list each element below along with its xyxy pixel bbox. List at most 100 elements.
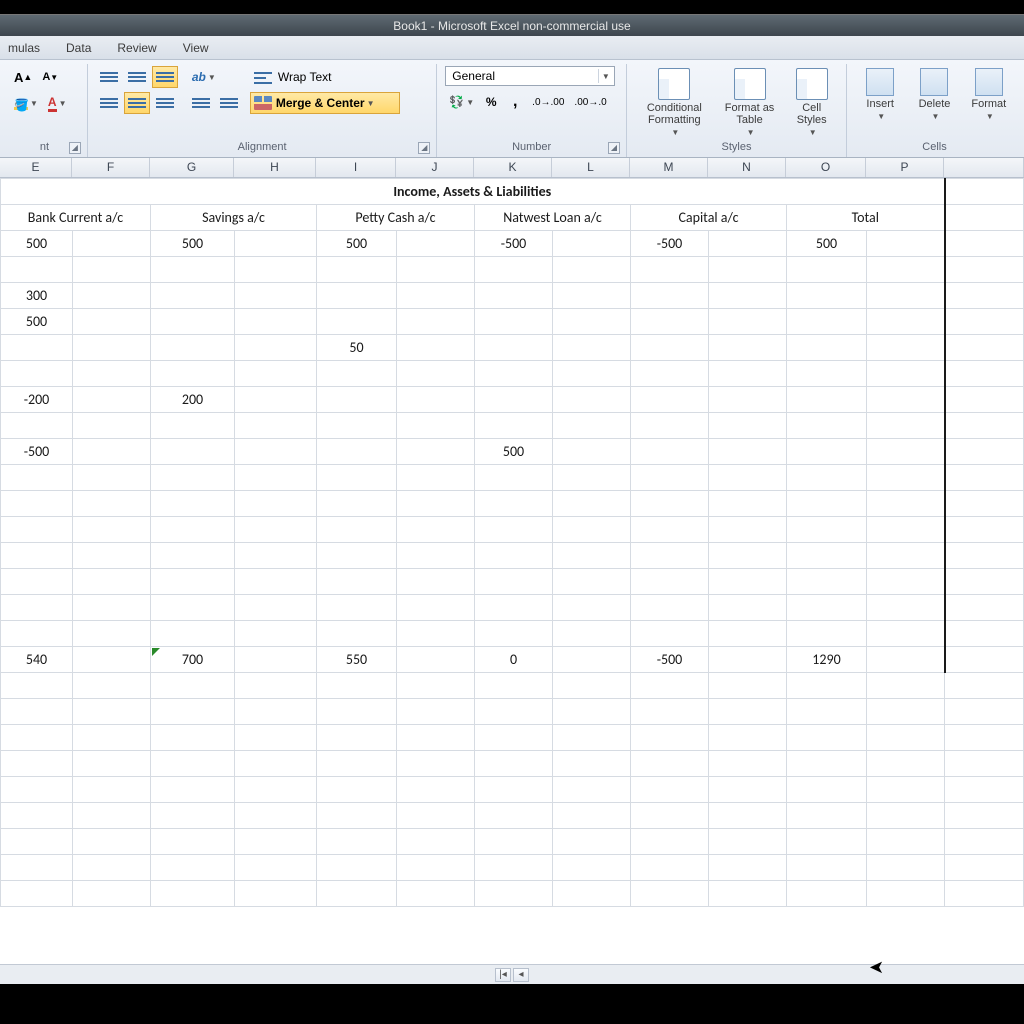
cell[interactable]: 500 bbox=[475, 439, 553, 465]
tab-formulas[interactable]: mulas bbox=[8, 41, 40, 55]
col-header-L[interactable]: L bbox=[552, 158, 630, 177]
comma-style-button[interactable]: , bbox=[504, 90, 526, 114]
cell[interactable] bbox=[553, 231, 631, 257]
cell-total-capital[interactable]: -500 bbox=[631, 647, 709, 673]
scroll-first-button[interactable]: |◂ bbox=[495, 968, 511, 982]
comma-icon: , bbox=[513, 93, 517, 111]
decrease-indent-icon bbox=[192, 96, 210, 110]
cell-styles-button[interactable]: Cell Styles▼ bbox=[785, 66, 838, 139]
col-header-M[interactable]: M bbox=[630, 158, 708, 177]
cell[interactable]: 500 bbox=[1, 231, 73, 257]
cell-styles-icon bbox=[796, 68, 828, 100]
delete-icon bbox=[920, 68, 948, 96]
window-black-border-bottom bbox=[0, 984, 1024, 1024]
cell-total-bank[interactable]: 540 bbox=[1, 647, 73, 673]
increase-font-button[interactable]: A▲ bbox=[10, 66, 36, 88]
cell[interactable]: -500 bbox=[475, 231, 553, 257]
font-color-button[interactable]: A▼ bbox=[44, 92, 71, 115]
decrease-indent-button[interactable] bbox=[188, 92, 214, 114]
col-header-F[interactable]: F bbox=[72, 158, 150, 177]
col-header-P[interactable]: P bbox=[866, 158, 944, 177]
col-header-K[interactable]: K bbox=[474, 158, 552, 177]
number-launcher-icon[interactable]: ◢ bbox=[608, 142, 620, 154]
cell[interactable]: 500 bbox=[151, 231, 235, 257]
insert-cells-button[interactable]: Insert▼ bbox=[855, 66, 905, 123]
align-center-button[interactable] bbox=[124, 92, 150, 114]
decrease-decimal-icon: .00→.0 bbox=[574, 97, 606, 108]
cell-total-natwest[interactable]: 0 bbox=[475, 647, 553, 673]
conditional-formatting-label: Conditional Formatting bbox=[637, 102, 712, 126]
accounting-format-button[interactable]: 💱▼ bbox=[445, 90, 478, 114]
alignment-group-label: Alignment bbox=[238, 141, 287, 153]
window-black-border-top bbox=[0, 0, 1024, 14]
fill-color-button[interactable]: 🪣▼ bbox=[10, 92, 42, 115]
increase-indent-button[interactable] bbox=[216, 92, 242, 114]
number-format-select[interactable]: General ▼ bbox=[445, 66, 615, 86]
cell[interactable]: 500 bbox=[787, 231, 867, 257]
number-group-label: Number bbox=[512, 141, 551, 153]
cell[interactable] bbox=[235, 231, 317, 257]
col-header-O[interactable]: O bbox=[786, 158, 866, 177]
merge-center-icon bbox=[254, 96, 272, 110]
spreadsheet[interactable]: Income, Assets & Liabilities Bank Curren… bbox=[0, 178, 1024, 907]
conditional-formatting-button[interactable]: Conditional Formatting▼ bbox=[635, 66, 714, 139]
decrease-decimal-button[interactable]: .00→.0 bbox=[570, 90, 610, 114]
align-right-button[interactable] bbox=[152, 92, 178, 114]
cell[interactable]: 300 bbox=[1, 283, 73, 309]
hdr-natwest[interactable]: Natwest Loan a/c bbox=[475, 205, 631, 231]
cell[interactable]: 50 bbox=[317, 335, 397, 361]
scroll-prev-button[interactable]: ◂ bbox=[513, 968, 529, 982]
tab-review[interactable]: Review bbox=[117, 41, 156, 55]
hdr-petty[interactable]: Petty Cash a/c bbox=[317, 205, 475, 231]
currency-icon: 💱 bbox=[449, 95, 464, 109]
format-label: Format bbox=[971, 98, 1006, 110]
format-as-table-button[interactable]: Format as Table▼ bbox=[718, 66, 782, 139]
cell[interactable] bbox=[73, 231, 151, 257]
wrap-text-button[interactable]: Wrap Text bbox=[250, 66, 400, 88]
tab-data[interactable]: Data bbox=[66, 41, 91, 55]
cell[interactable]: 500 bbox=[1, 309, 73, 335]
percent-button[interactable]: % bbox=[480, 90, 502, 114]
format-cells-button[interactable]: Format▼ bbox=[964, 66, 1014, 123]
merge-center-button[interactable]: Merge & Center▼ bbox=[250, 92, 400, 114]
cell[interactable]: 500 bbox=[317, 231, 397, 257]
hdr-total[interactable]: Total bbox=[787, 205, 945, 231]
col-header-N[interactable]: N bbox=[708, 158, 786, 177]
cell-total-total[interactable]: 1290 bbox=[787, 647, 867, 673]
delete-cells-button[interactable]: Delete▼ bbox=[909, 66, 959, 123]
cell[interactable]: -500 bbox=[631, 231, 709, 257]
increase-decimal-button[interactable]: .0→.00 bbox=[528, 90, 568, 114]
orientation-button[interactable]: ab▼ bbox=[188, 66, 220, 88]
align-top-button[interactable] bbox=[96, 66, 122, 88]
wrap-text-label: Wrap Text bbox=[278, 70, 332, 84]
align-middle-button[interactable] bbox=[124, 66, 150, 88]
cell[interactable]: -500 bbox=[1, 439, 73, 465]
section-title: Income, Assets & Liabilities bbox=[393, 183, 551, 200]
font-group-launcher-icon[interactable]: ◢ bbox=[69, 142, 81, 154]
mouse-cursor-icon: ➤ bbox=[869, 957, 884, 978]
col-header-J[interactable]: J bbox=[396, 158, 474, 177]
cell[interactable]: 200 bbox=[151, 387, 235, 413]
hdr-bank[interactable]: Bank Current a/c bbox=[1, 205, 151, 231]
col-header-E[interactable]: E bbox=[0, 158, 72, 177]
alignment-launcher-icon[interactable]: ◢ bbox=[418, 142, 430, 154]
cell[interactable] bbox=[397, 231, 475, 257]
hdr-capital[interactable]: Capital a/c bbox=[631, 205, 787, 231]
increase-decimal-icon: .0→.00 bbox=[532, 97, 564, 108]
tab-view[interactable]: View bbox=[183, 41, 209, 55]
align-left-button[interactable] bbox=[96, 92, 122, 114]
cell-total-savings[interactable]: 700 bbox=[151, 647, 235, 673]
col-header-I[interactable]: I bbox=[316, 158, 396, 177]
align-bottom-button[interactable] bbox=[152, 66, 178, 88]
cell[interactable] bbox=[867, 231, 945, 257]
align-right-icon bbox=[156, 96, 174, 110]
col-header-H[interactable]: H bbox=[234, 158, 316, 177]
format-as-table-label: Format as Table bbox=[720, 102, 780, 126]
cell-total-petty[interactable]: 550 bbox=[317, 647, 397, 673]
cell[interactable]: -200 bbox=[1, 387, 73, 413]
decrease-font-button[interactable]: A▼ bbox=[38, 66, 62, 88]
grid[interactable]: Income, Assets & Liabilities Bank Curren… bbox=[0, 178, 1024, 907]
col-header-G[interactable]: G bbox=[150, 158, 234, 177]
cell[interactable] bbox=[709, 231, 787, 257]
hdr-savings[interactable]: Savings a/c bbox=[151, 205, 317, 231]
